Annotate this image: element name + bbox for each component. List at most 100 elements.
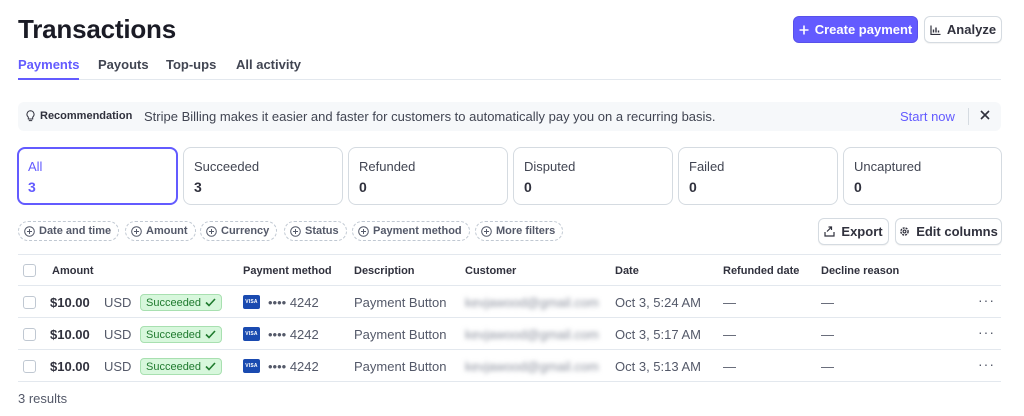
column-header-amount[interactable]: Amount: [52, 265, 94, 277]
filter-label: Amount: [146, 225, 188, 237]
status-card-label: Failed: [689, 159, 725, 174]
recommendation-label: Recommendation: [40, 110, 133, 122]
checkmark-icon: [205, 362, 216, 371]
tab-all-activity[interactable]: All activity: [236, 57, 301, 80]
column-header-decline-reason[interactable]: Decline reason: [821, 265, 899, 277]
filter-currency[interactable]: Currency: [200, 221, 278, 241]
filter-payment-method[interactable]: Payment method: [352, 221, 470, 241]
status-card-count: 0: [854, 179, 862, 195]
filter-label: Date and time: [39, 225, 112, 237]
gear-icon: [900, 227, 909, 236]
status-card-count: 0: [359, 179, 367, 195]
filter-label: More filters: [496, 225, 556, 237]
visa-card-icon: VISA: [243, 359, 260, 373]
status-card-count: 3: [28, 179, 36, 195]
column-header-description[interactable]: Description: [354, 265, 415, 277]
card-last4: •••• 4242: [268, 359, 319, 374]
tab-payouts[interactable]: Payouts: [98, 57, 149, 80]
analyze-button[interactable]: Analyze: [924, 16, 1002, 43]
date-value: Oct 3, 5:17 AM: [615, 327, 701, 342]
filter-date-and-time[interactable]: Date and time: [18, 221, 120, 241]
status-badge: Succeeded: [140, 294, 223, 311]
page-title: Transactions: [18, 14, 176, 44]
customer-email[interactable]: kevjawood@gmail.com: [465, 327, 599, 342]
row-checkbox[interactable]: [23, 328, 36, 341]
card-last4: •••• 4242: [268, 327, 319, 342]
status-card-refunded[interactable]: Refunded 0: [348, 147, 508, 205]
row-checkbox[interactable]: [23, 296, 36, 309]
filter-amount[interactable]: Amount: [125, 221, 196, 241]
currency-value: USD: [104, 327, 132, 342]
filter-more-filters[interactable]: More filters: [475, 221, 564, 241]
more-options-icon[interactable]: ···: [978, 324, 995, 340]
create-payment-button[interactable]: Create payment: [793, 16, 918, 43]
more-options-icon[interactable]: ···: [978, 356, 995, 372]
status-badge: Succeeded: [140, 326, 223, 343]
refunded-date-value: —: [723, 295, 736, 310]
refunded-date-value: —: [723, 359, 736, 374]
visa-card-icon: VISA: [243, 327, 260, 341]
create-payment-label: Create payment: [814, 22, 913, 37]
status-card-count: 3: [194, 179, 202, 195]
status-card-uncaptured[interactable]: Uncaptured 0: [843, 147, 1002, 205]
banner-divider: [968, 108, 969, 125]
status-card-disputed[interactable]: Disputed 0: [513, 147, 673, 205]
status-card-failed[interactable]: Failed 0: [678, 147, 838, 205]
recommendation-banner: Recommendation Stripe Billing makes it e…: [18, 102, 1001, 131]
status-badge: Succeeded: [140, 358, 223, 375]
edit-columns-button[interactable]: Edit columns: [895, 218, 1002, 245]
tab-top-ups[interactable]: Top-ups: [166, 57, 216, 80]
filter-label: Status: [305, 225, 339, 237]
decline-reason-value: —: [821, 295, 834, 310]
table-header: Amount Payment method Description Custom…: [18, 254, 1001, 286]
tab-payments[interactable]: Payments: [18, 57, 80, 80]
amount-value: $10.00: [50, 359, 90, 374]
status-card-label: All: [28, 159, 43, 174]
column-header-date[interactable]: Date: [615, 265, 639, 277]
table-row[interactable]: $10.00 USD Succeeded VISA •••• 4242 Paym…: [18, 350, 1001, 382]
status-badge-label: Succeeded: [146, 296, 202, 309]
column-header-refunded-date[interactable]: Refunded date: [723, 265, 799, 277]
status-card-all[interactable]: All 3: [17, 147, 178, 205]
description-value: Payment Button: [354, 359, 447, 374]
select-all-checkbox[interactable]: [23, 264, 36, 277]
table-row[interactable]: $10.00 USD Succeeded VISA •••• 4242 Paym…: [18, 318, 1001, 350]
column-header-payment-method[interactable]: Payment method: [243, 265, 332, 277]
analyze-label: Analyze: [946, 22, 997, 37]
description-value: Payment Button: [354, 327, 447, 342]
customer-email[interactable]: kevjawood@gmail.com: [465, 359, 599, 374]
checkmark-icon: [205, 298, 216, 307]
plus-circle-icon: [131, 225, 142, 237]
filter-label: Currency: [221, 225, 270, 237]
tab-bar: Payments Payouts Top-ups All activity: [18, 56, 1001, 80]
export-button[interactable]: Export: [818, 218, 889, 245]
decline-reason-value: —: [821, 359, 834, 374]
status-badge-label: Succeeded: [146, 328, 202, 341]
plus-circle-icon: [24, 225, 35, 237]
checkmark-icon: [205, 330, 216, 339]
row-checkbox[interactable]: [23, 360, 36, 373]
plus-icon: [799, 25, 809, 34]
plus-circle-icon: [206, 225, 217, 237]
bar-chart-icon: [930, 25, 941, 35]
status-card-label: Uncaptured: [854, 159, 922, 174]
export-icon: [824, 226, 836, 237]
close-icon[interactable]: [978, 108, 992, 122]
status-badge-label: Succeeded: [146, 360, 202, 373]
status-card-succeeded[interactable]: Succeeded 3: [183, 147, 343, 205]
plus-circle-icon: [290, 225, 301, 237]
column-header-customer[interactable]: Customer: [465, 265, 516, 277]
plus-circle-icon: [358, 225, 369, 237]
export-label: Export: [841, 224, 883, 239]
visa-card-icon: VISA: [243, 295, 260, 309]
more-options-icon[interactable]: ···: [978, 292, 995, 308]
table-row[interactable]: $10.00 USD Succeeded VISA •••• 4242 Paym…: [18, 286, 1001, 318]
lightbulb-icon: [26, 110, 35, 122]
customer-email[interactable]: kevjawood@gmail.com: [465, 295, 599, 310]
amount-value: $10.00: [50, 295, 90, 310]
status-card-count: 0: [689, 179, 697, 195]
description-value: Payment Button: [354, 295, 447, 310]
card-last4: •••• 4242: [268, 295, 319, 310]
start-now-link[interactable]: Start now: [900, 109, 955, 124]
filter-status[interactable]: Status: [284, 221, 347, 241]
